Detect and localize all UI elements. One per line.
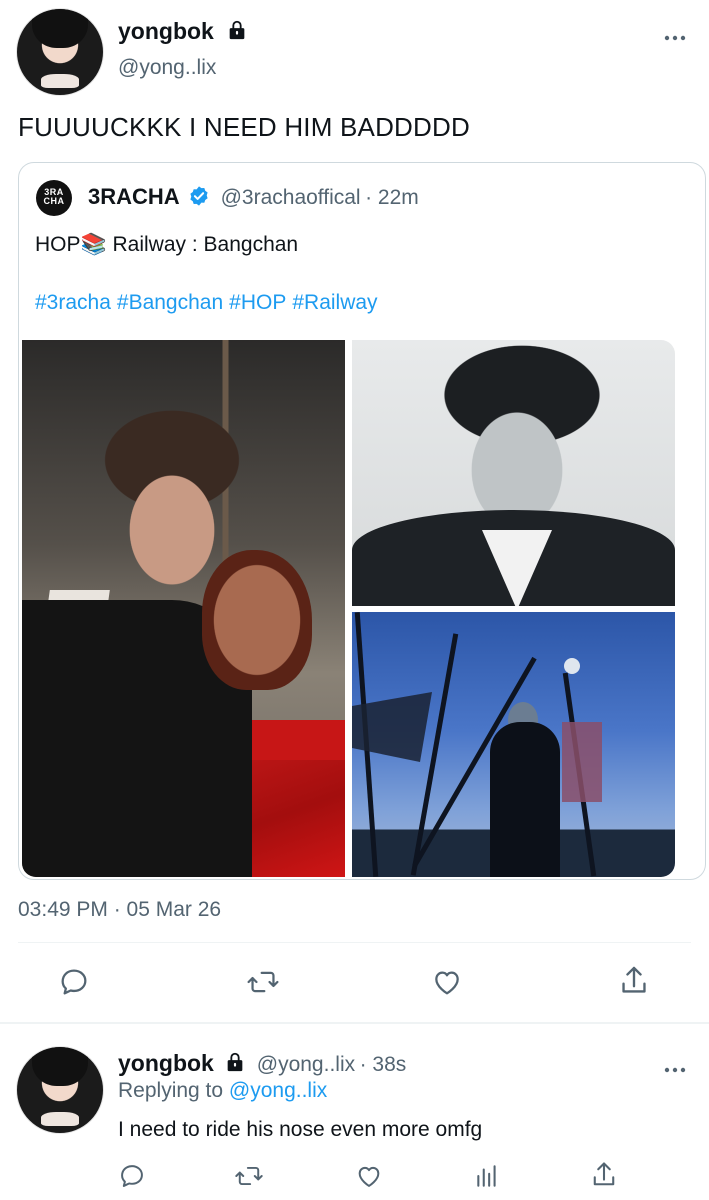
quote-photo-1[interactable] (22, 340, 345, 877)
reply-header: yongbok @yong..lix · 38s (118, 1050, 406, 1078)
lock-icon (224, 1051, 246, 1078)
retweet-icon[interactable] (234, 1162, 264, 1190)
quote-time: 22m (377, 186, 419, 209)
author-name[interactable]: yongbok (118, 18, 214, 44)
hashtag-railway[interactable]: #Railway (292, 291, 377, 314)
books-emoji: 📚 (80, 233, 107, 256)
reply-separator: · (359, 1053, 373, 1076)
photo-detail (490, 722, 560, 877)
reply-author-avatar[interactable] (16, 1046, 104, 1134)
reply-time[interactable]: 38s (372, 1053, 406, 1076)
author-handle[interactable]: @yong..lix (118, 56, 216, 80)
section-divider (0, 1022, 709, 1024)
quote-photo-3[interactable] (352, 612, 675, 877)
views-icon[interactable] (474, 1162, 500, 1190)
hashtag-list: #3racha #Bangchan #HOP #Railway (35, 291, 384, 315)
quote-text: HOP📚 Railway : Bangchan (35, 233, 299, 256)
reply-icon[interactable] (58, 966, 90, 998)
author-name-row: yongbok (118, 18, 248, 46)
more-dots-icon[interactable] (664, 1058, 686, 1079)
tweet-text: FUUUUCKKK I NEED HIM BADDDDD (18, 112, 470, 142)
hashtag-3racha[interactable]: #3racha (35, 291, 111, 314)
photo-detail (202, 550, 312, 690)
author-avatar[interactable] (16, 8, 104, 96)
quote-photo-2[interactable] (352, 340, 675, 606)
reply-author-name[interactable]: yongbok (118, 1050, 214, 1076)
more-dots-icon[interactable] (664, 26, 686, 47)
quote-author-handle: @3rachaoffical (220, 186, 361, 209)
hashtag-hop[interactable]: #HOP (229, 291, 286, 314)
share-icon[interactable] (590, 1160, 618, 1190)
verified-badge-icon (188, 185, 210, 212)
like-icon[interactable] (430, 966, 464, 998)
reply-text: I need to ride his nose even more omfg (118, 1118, 483, 1141)
reply-icon[interactable] (118, 1162, 146, 1190)
reply-author-handle[interactable]: @yong..lix (257, 1053, 355, 1076)
photo-detail (562, 722, 602, 802)
lock-icon (226, 19, 248, 46)
quote-author-name: 3RACHA (88, 184, 180, 209)
hashtag-bangchan[interactable]: #Bangchan (117, 291, 223, 314)
replying-to-line: Replying to @yong..lix (118, 1079, 328, 1102)
quote-author-logo: 3RA CHA (36, 180, 72, 216)
tweet-timestamp[interactable]: 03:49 PM · 05 Mar 26 (18, 898, 221, 922)
photo-detail (564, 658, 580, 674)
replying-to-handle[interactable]: @yong..lix (229, 1079, 327, 1102)
retweet-icon[interactable] (246, 966, 280, 998)
divider (18, 942, 691, 943)
quote-separator: · (365, 186, 378, 209)
quote-header: 3RACHA @3rachaoffical · 22m (88, 184, 419, 212)
like-icon[interactable] (354, 1162, 384, 1190)
share-icon[interactable] (618, 964, 650, 998)
